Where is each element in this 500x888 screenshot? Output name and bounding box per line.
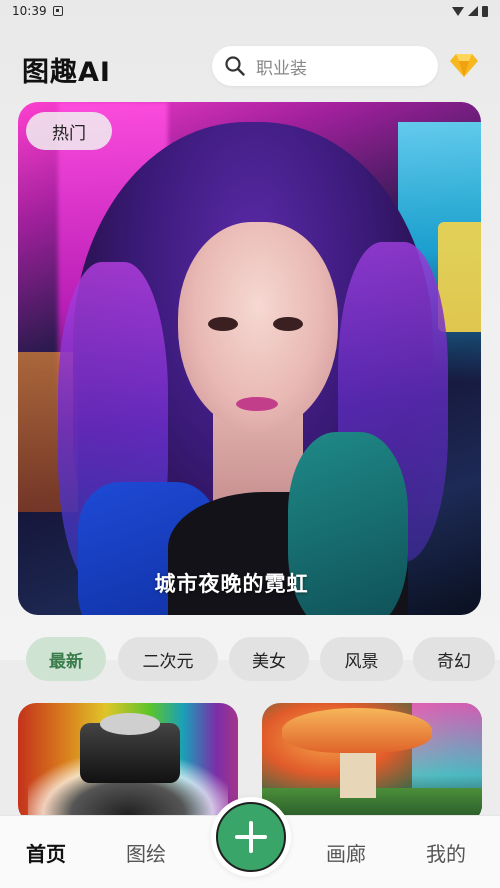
category-latest[interactable]: 最新 xyxy=(26,637,106,681)
wifi-icon xyxy=(452,6,464,16)
category-beauty[interactable]: 美女 xyxy=(229,637,309,681)
category-scenery[interactable]: 风景 xyxy=(320,637,403,681)
search-icon xyxy=(225,56,245,76)
header: 图趣AI 职业装 xyxy=(0,44,500,88)
status-bar: 10:39 xyxy=(0,0,500,22)
category-chips: 最新 二次元 美女 风景 奇幻 xyxy=(0,637,500,683)
diamond-icon[interactable] xyxy=(449,52,479,78)
tab-home[interactable]: 首页 xyxy=(26,838,66,867)
tab-gallery[interactable]: 画廊 xyxy=(326,838,366,867)
signal-icon xyxy=(468,6,478,16)
status-time: 10:39 xyxy=(12,4,47,18)
app-logo: 图趣AI xyxy=(22,57,111,88)
search-bar[interactable]: 职业装 xyxy=(212,46,438,86)
battery-icon xyxy=(482,5,488,17)
create-button[interactable] xyxy=(216,802,286,872)
search-placeholder: 职业装 xyxy=(256,58,307,79)
banner-caption: 城市夜晚的霓虹 xyxy=(154,572,309,596)
gallery-card[interactable] xyxy=(18,703,238,823)
gallery-card[interactable] xyxy=(262,703,482,823)
tab-draw[interactable]: 图绘 xyxy=(126,838,166,867)
banner-hot-tag: 热门 xyxy=(26,112,112,150)
notification-icon xyxy=(52,6,63,16)
plus-icon xyxy=(235,821,267,853)
tab-mine[interactable]: 我的 xyxy=(426,838,466,867)
category-anime[interactable]: 二次元 xyxy=(118,637,218,681)
category-fantasy[interactable]: 奇幻 xyxy=(413,637,495,681)
hero-banner[interactable]: 热门 xyxy=(18,102,481,615)
